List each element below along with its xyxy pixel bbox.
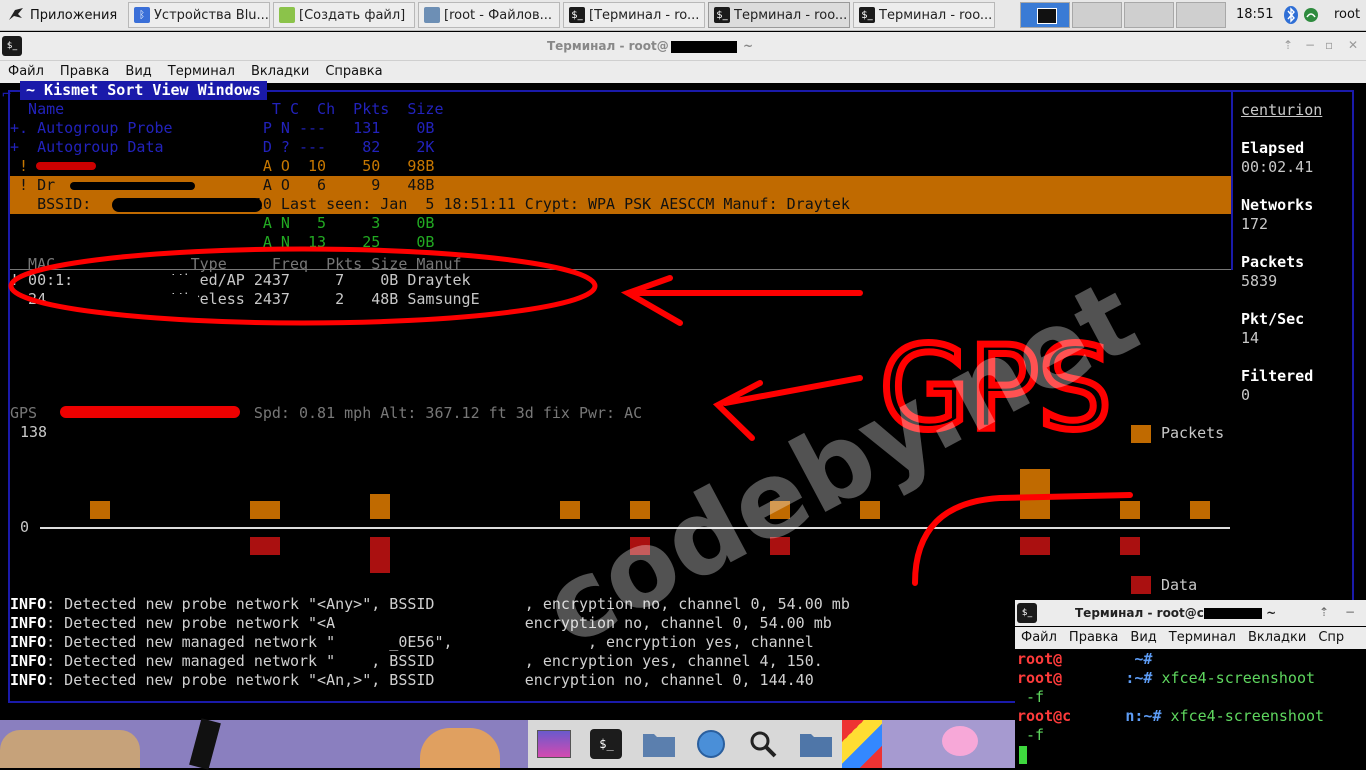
taskbar: ᛒ Устройства Blu... [Создать файл] [root - … [128,2,998,28]
terminal-icon: $_ [1017,603,1037,623]
terminal-icon: $_ [714,7,730,23]
system-tray [1283,5,1319,29]
task-label: [Создать файл] [299,7,406,23]
task-label: Устройства Blu... [154,7,269,23]
menu-item[interactable]: Файл [1015,627,1063,649]
terminal-prompt: root@ [1017,669,1063,687]
terminal-icon[interactable]: $_ [589,727,623,761]
bluetooth-tray-icon[interactable] [1283,5,1299,29]
workspace-2[interactable] [1072,2,1122,28]
minimize-button[interactable]: − [1305,38,1315,52]
window-titlebar[interactable]: $_ Терминал - root@c ~ ⇡ − [1015,600,1366,626]
workspace-3[interactable] [1124,2,1174,28]
desktop-wallpaper [0,718,528,770]
terminal-line: -f [1017,726,1044,745]
task-label: Терминал - roo... [879,7,993,23]
network-tray-icon[interactable] [1303,5,1319,29]
file-manager-icon[interactable] [642,727,676,761]
task-label: [root - Файлов... [444,7,553,23]
terminal-line: root@ :~# xfce4-screenshoot [1017,669,1315,688]
terminal-rest: n:~# [1071,707,1162,725]
task-button[interactable]: $_ [Терминал - ro... [563,2,705,28]
pin-button[interactable]: ⇡ [1283,38,1293,52]
terminal-window-2: $_ Терминал - root@c ~ ⇡ − Файл Правка Вид… [1015,600,1366,768]
show-desktop-icon[interactable] [537,727,572,761]
highlight-ellipse [8,246,598,326]
task-label: Терминал - roo... [734,7,848,23]
bluetooth-icon: ᛒ [134,7,150,23]
terminal-line: root@c n:~# xfce4-screenshoot [1017,707,1324,726]
terminal-cmd: -f [1017,688,1045,706]
menu-item[interactable]: Терминал [1163,627,1242,649]
terminal-output[interactable]: root@ ~# root@ :~# xfce4-screenshoot -f ro… [1015,649,1366,768]
task-button[interactable]: $_ Терминал - roo... [853,2,995,28]
terminal-line: -f [1017,688,1044,707]
terminal-cmd: xfce4-screenshoot [1161,707,1325,725]
close-button[interactable]: ✕ [1348,38,1358,52]
text-editor-icon [279,7,295,23]
top-panel: Приложения ᛒ Устройства Blu... [Создать фа… [0,0,1366,31]
task-button[interactable]: [Создать файл] [273,2,415,28]
task-button[interactable]: [root - Файлов... [418,2,560,28]
task-button[interactable]: ᛒ Устройства Blu... [128,2,270,28]
workspace-4[interactable] [1176,2,1226,28]
window-title: Терминал - root@ ~ [546,39,754,53]
pin-button[interactable]: ⇡ [1319,605,1329,619]
bracket-stroke [912,492,1133,586]
applications-menu-button[interactable]: Приложения [2,2,117,28]
terminal-cmd: -f [1017,726,1045,744]
menu-item[interactable]: Терминал [160,61,243,83]
desktop-wallpaper [842,720,1015,768]
menu-item[interactable]: Вкладки [243,61,317,83]
applications-label: Приложения [30,7,118,23]
terminal-prompt: root@ [1017,650,1063,668]
menu-item[interactable]: Файл [0,61,52,83]
arrow-to-clients [620,275,863,326]
window-title: Терминал - root@c ~ [1075,606,1277,620]
menubar: Файл Правка Вид Терминал Вкладки Справка [0,61,1366,83]
terminal-cursor [1019,746,1027,764]
user-menu[interactable]: root [1334,0,1360,30]
menu-item[interactable]: Справка [317,61,390,83]
maximize-button[interactable]: ▫ [1325,38,1333,52]
folder-icon[interactable] [799,727,833,761]
terminal-rest: ~# [1062,650,1153,668]
task-button[interactable]: $_ Терминал - roo... [708,2,850,28]
clock[interactable]: 18:51 [1236,0,1273,30]
menu-item[interactable]: Вид [1124,627,1162,649]
terminal-icon: $_ [859,7,875,23]
menu-item[interactable]: Спр [1312,627,1350,649]
menu-item[interactable]: Вкладки [1242,627,1312,649]
dock: $_ [528,720,842,768]
search-icon[interactable] [746,727,780,761]
terminal-icon: $_ [569,7,585,23]
terminal-rest: :~# [1062,669,1153,687]
terminal-line: root@ ~# [1017,650,1152,669]
menu-item[interactable]: Правка [1063,627,1124,649]
terminal-cmd: xfce4-screenshoot [1152,669,1316,687]
workspace-switcher [1020,2,1228,28]
kali-dragon-icon [6,5,26,25]
window-titlebar[interactable]: $_ Терминал - root@ ~ ⇡ − ▫ ✕ [0,32,1366,61]
menubar: Файл Правка Вид Терминал Вкладки Спр [1015,627,1366,649]
menu-item[interactable]: Правка [52,61,117,83]
terminal-prompt: root@c [1017,707,1072,725]
minimize-button[interactable]: − [1345,605,1355,619]
workspace-1[interactable] [1020,2,1070,28]
task-label: [Терминал - ro... [589,7,700,23]
file-manager-icon [424,7,440,23]
menu-item[interactable]: Вид [117,61,159,83]
web-browser-icon[interactable] [694,727,728,761]
